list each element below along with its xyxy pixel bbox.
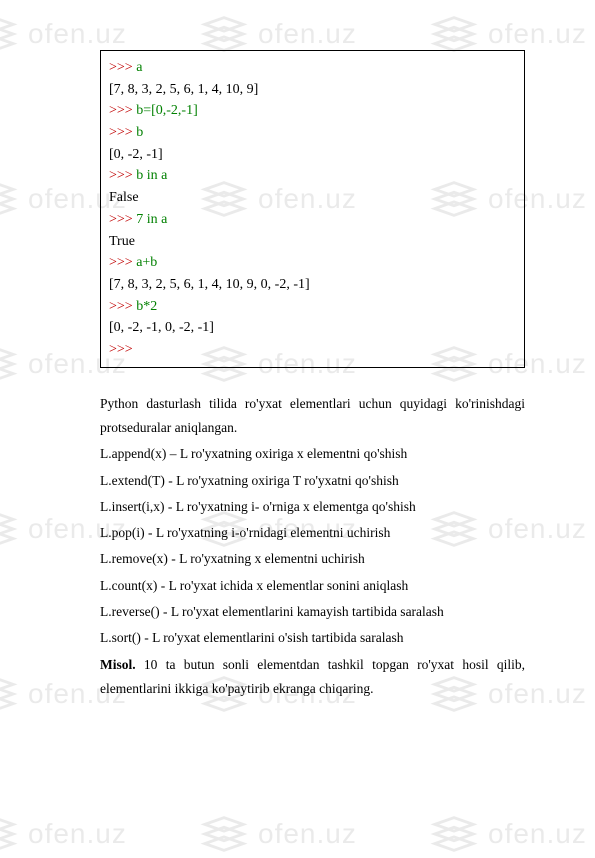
paragraph: L.insert(i,x) - L ro'yxatning i- o'rniga… [100, 495, 525, 519]
command: b*2 [133, 299, 158, 314]
code-output: True [109, 231, 516, 253]
code-line: >>> b [109, 122, 516, 144]
command: b in a [133, 168, 168, 183]
prompt: >>> [109, 60, 133, 75]
paragraph: Python dasturlash tilida ro'yxat element… [100, 392, 525, 441]
code-line: >>> [109, 339, 516, 361]
stack-icon [0, 810, 18, 858]
example-label-bold: Misol. [100, 657, 136, 672]
code-line: >>> a+b [109, 252, 516, 274]
code-line: >>> b=[0,-2,-1] [109, 100, 516, 122]
stack-icon [200, 810, 248, 858]
prompt: >>> [109, 212, 133, 227]
code-output: [7, 8, 3, 2, 5, 6, 1, 4, 10, 9, 0, -2, -… [109, 274, 516, 296]
prompt: >>> [109, 168, 133, 183]
command: a+b [133, 255, 158, 270]
paragraph: L.sort() - L ro'yxat elementlarini o'sis… [100, 626, 525, 650]
watermark-text: ofen.uz [258, 818, 357, 850]
code-line: >>> a [109, 57, 516, 79]
code-line: >>> b*2 [109, 296, 516, 318]
prompt: >>> [109, 255, 133, 270]
code-output: False [109, 187, 516, 209]
code-line: >>> b in a [109, 165, 516, 187]
paragraph: L.count(x) - L ro'yxat ichida x elementl… [100, 574, 525, 598]
code-box: >>> a [7, 8, 3, 2, 5, 6, 1, 4, 10, 9] >>… [100, 50, 525, 368]
prompt: >>> [109, 125, 133, 140]
paragraph: L.extend(T) - L ro'yxatning oxiriga T ro… [100, 469, 525, 493]
code-output: [0, -2, -1, 0, -2, -1] [109, 317, 516, 339]
paragraph: L.pop(i) - L ro'yxatning i-o'rnidagi ele… [100, 521, 525, 545]
code-output: [0, -2, -1] [109, 144, 516, 166]
example-text: 10 ta butun sonli elementdan tashkil top… [100, 657, 525, 696]
paragraph: L.remove(x) - L ro'yxatning x elementni … [100, 547, 525, 571]
watermark-text: ofen.uz [28, 818, 127, 850]
prompt: >>> [109, 103, 133, 118]
stack-icon [430, 810, 478, 858]
body-text: Python dasturlash tilida ro'yxat element… [100, 392, 525, 702]
command: 7 in a [133, 212, 168, 227]
prompt: >>> [109, 299, 133, 314]
code-line: >>> 7 in a [109, 209, 516, 231]
code-output: [7, 8, 3, 2, 5, 6, 1, 4, 10, 9] [109, 79, 516, 101]
paragraph: L.reverse() - L ro'yxat elementlarini ka… [100, 600, 525, 624]
watermark-text: ofen.uz [488, 818, 587, 850]
command: b=[0,-2,-1] [133, 103, 198, 118]
prompt: >>> [109, 342, 133, 357]
paragraph: Misol. 10 ta butun sonli elementdan tash… [100, 653, 525, 702]
command: b [133, 125, 144, 140]
page-content: >>> a [7, 8, 3, 2, 5, 6, 1, 4, 10, 9] >>… [0, 0, 595, 743]
paragraph: L.append(x) – L ro'yxatning oxiriga x el… [100, 442, 525, 466]
command: a [133, 60, 143, 75]
